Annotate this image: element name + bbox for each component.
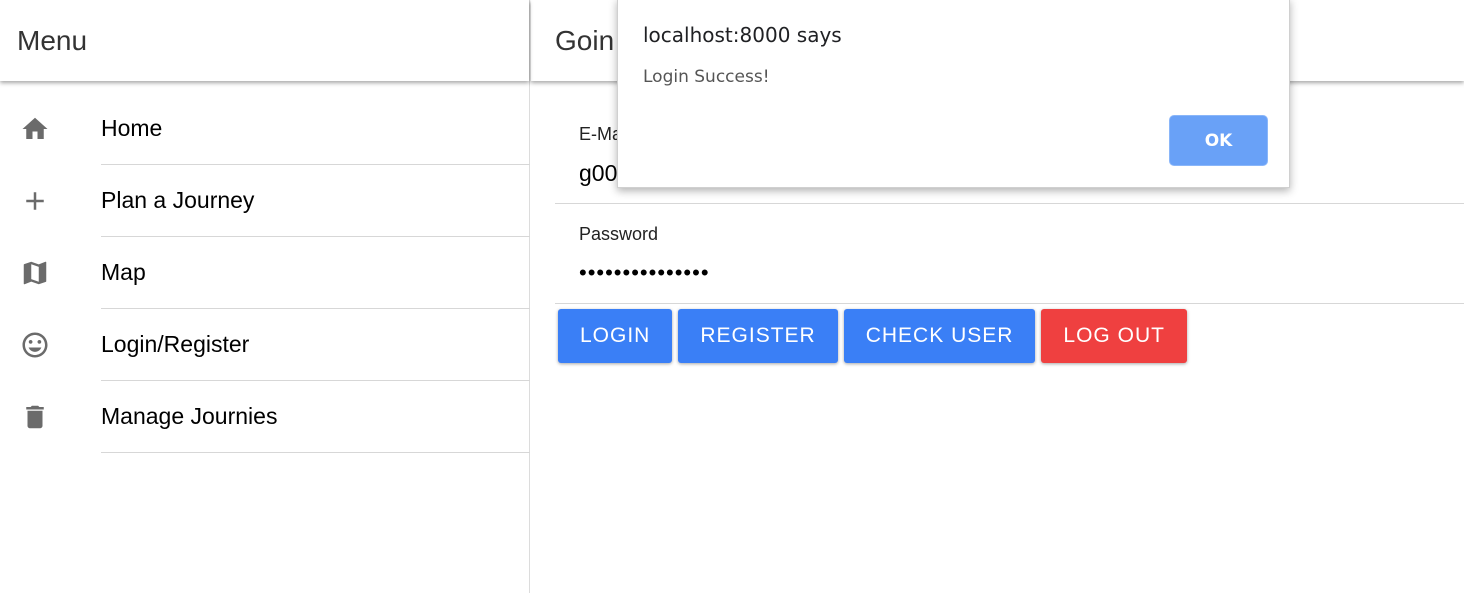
alert-origin: localhost:8000 says [643,23,842,47]
sidebar-item-map[interactable]: Map [0,237,530,309]
action-buttons: LOGIN REGISTER CHECK USER LOG OUT [558,309,1187,363]
check-user-button[interactable]: CHECK USER [843,309,1036,363]
sidebar-item-label: Home [101,93,530,165]
home-icon [20,114,50,144]
smiley-icon [20,330,50,360]
sidebar-nav: Home Plan a Journey Map Login/Register M… [0,93,530,453]
login-button[interactable]: LOGIN [558,309,673,363]
alert-dialog: localhost:8000 says Login Success! OK [617,0,1290,188]
register-button[interactable]: REGISTER [678,309,838,363]
password-field[interactable] [579,260,1179,286]
sidebar-item-label: Map [101,237,530,309]
password-label: Password [579,224,659,244]
alert-message: Login Success! [643,67,770,87]
plus-icon [20,186,50,216]
trash-icon [20,402,50,432]
sidebar-item-label: Manage Journies [101,381,530,453]
sidebar-header: Menu [0,0,529,81]
sidebar-title: Menu [17,24,88,56]
ok-button[interactable]: OK [1170,116,1267,165]
logout-button[interactable]: LOG OUT [1041,309,1187,363]
sidebar-item-label: Plan a Journey [101,165,530,237]
sidebar: Menu Home Plan a Journey Map Login/Regis… [0,0,530,593]
sidebar-item-plan-journey[interactable]: Plan a Journey [0,165,530,237]
sidebar-item-home[interactable]: Home [0,93,530,165]
app: Menu Home Plan a Journey Map Login/Regis… [0,0,1464,593]
map-icon [20,258,50,288]
page-title: Goin [555,24,615,56]
sidebar-item-login-register[interactable]: Login/Register [0,309,530,381]
password-field-container: Password [555,204,1464,304]
sidebar-item-label: Login/Register [101,309,530,381]
sidebar-item-manage-journies[interactable]: Manage Journies [0,381,530,453]
